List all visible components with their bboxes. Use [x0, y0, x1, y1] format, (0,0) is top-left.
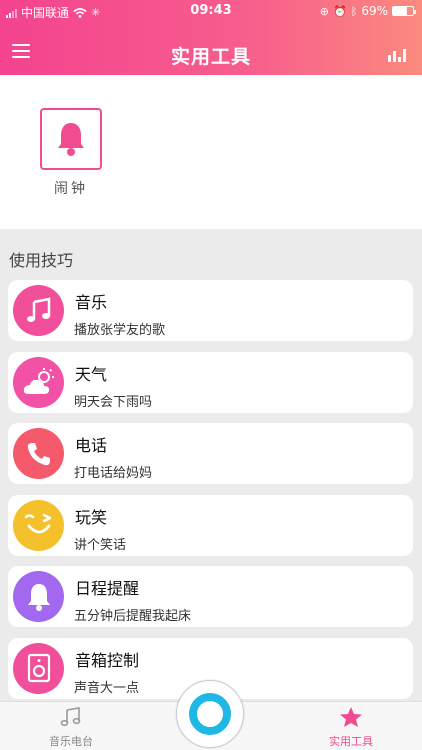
tip-item-music[interactable]: 音乐 播放张学友的歌	[8, 280, 413, 341]
tip-subtitle: 明天会下雨吗	[74, 394, 153, 410]
tip-item-phone[interactable]: 电话 打电话给妈妈	[8, 423, 413, 484]
alarm-icon: ⏰	[333, 4, 347, 18]
tip-title: 音箱控制	[75, 650, 140, 670]
tip-subtitle: 声音大一点	[74, 680, 140, 696]
tip-subtitle: 播放张学友的歌	[74, 323, 166, 338]
tools-panel: 闹钟	[0, 75, 422, 229]
bell-icon	[27, 583, 50, 611]
tip-subtitle: 五分钟后提醒我起床	[74, 609, 192, 624]
tip-icon-circle	[13, 571, 64, 622]
battery-icon	[392, 6, 416, 16]
tab-music-label: 音乐电台	[49, 735, 93, 748]
star-icon	[340, 707, 362, 727]
tip-title: 音乐	[75, 293, 108, 312]
tip-icon-circle	[13, 428, 64, 479]
equalizer-icon[interactable]	[388, 48, 408, 62]
page-title: 实用工具	[170, 46, 251, 68]
speaker-icon	[27, 653, 50, 683]
section-title: 使用技巧	[9, 251, 74, 270]
tab-tools[interactable]: 实用工具	[306, 706, 396, 749]
tip-item-reminder[interactable]: 日程提醒 五分钟后提醒我起床	[8, 566, 413, 627]
tool-alarm-label: 闹钟	[54, 181, 88, 197]
voice-ring-icon	[189, 693, 231, 735]
tips-list: 音乐 播放张学友的歌 天气 明天会下雨吗 电话 打电话给妈妈 玩笑 讲个笑话 日…	[8, 280, 413, 709]
voice-assistant-button[interactable]	[176, 680, 244, 748]
tip-title: 电话	[75, 436, 108, 455]
bell-icon	[58, 123, 84, 156]
wink-face-icon	[24, 513, 51, 534]
tip-title: 天气	[75, 364, 108, 384]
tip-icon-circle	[13, 285, 64, 336]
tip-title: 玩笑	[75, 507, 108, 527]
tip-icon-circle	[13, 642, 64, 694]
nav-bar: 实用工具	[0, 22, 422, 75]
cloud-sun-icon	[23, 368, 54, 394]
tool-alarm[interactable]: 闹钟	[40, 108, 102, 198]
status-bar: 中国联通 ✳ 09:43 ⊕ ⏰ ᛒ 69%	[0, 0, 422, 22]
header: 中国联通 ✳ 09:43 ⊕ ⏰ ᛒ 69% 实用工具	[0, 0, 422, 75]
tip-subtitle: 打电话给妈妈	[74, 466, 153, 481]
rotation-lock-icon: ⊕	[319, 4, 330, 18]
tip-title: 日程提醒	[75, 579, 140, 598]
music-note-icon	[26, 296, 50, 322]
tip-icon-circle	[13, 499, 64, 551]
tip-item-weather[interactable]: 天气 明天会下雨吗	[8, 351, 413, 413]
tab-tools-label: 实用工具	[329, 735, 373, 748]
tip-icon-circle	[13, 356, 64, 408]
battery-percent: 69%	[361, 4, 388, 18]
tip-subtitle: 讲个笑话	[74, 537, 127, 553]
tip-item-joke[interactable]: 玩笑 讲个笑话	[8, 494, 413, 556]
bluetooth-icon: ᛒ	[350, 4, 358, 18]
alarm-tool-box[interactable]	[40, 108, 102, 170]
music-note-icon	[60, 707, 81, 727]
tab-music-radio[interactable]: 音乐电台	[26, 706, 116, 749]
phone-icon	[27, 442, 50, 465]
